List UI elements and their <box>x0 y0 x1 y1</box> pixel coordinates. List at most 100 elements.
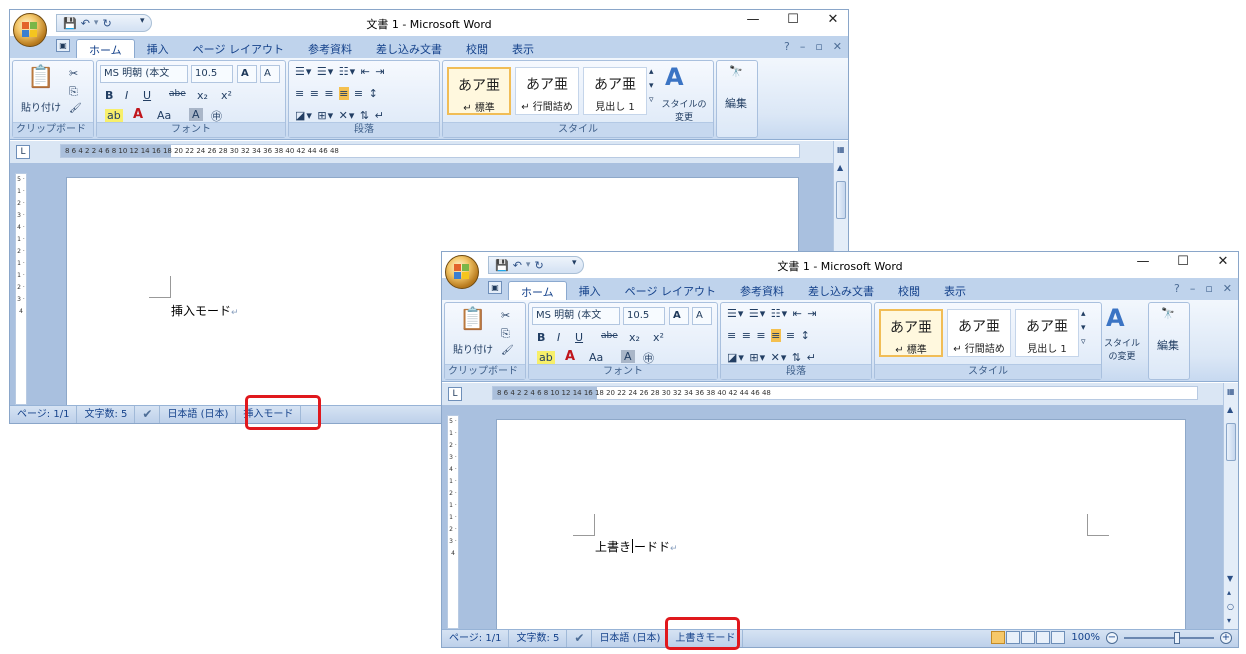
proofing-icon[interactable]: ✔ <box>135 405 161 423</box>
strikethrough-button[interactable]: abe <box>601 331 618 341</box>
font-color-button[interactable]: A <box>565 349 575 364</box>
style-scroll-icon[interactable]: ▴ ▾ ▿ <box>1081 307 1086 349</box>
tab-home[interactable]: ホーム <box>76 39 135 58</box>
tab-page-layout[interactable]: ページ レイアウト <box>181 39 296 58</box>
doc-minimize-button[interactable]: – <box>1190 282 1196 295</box>
bold-button[interactable]: B <box>105 89 113 102</box>
ruler-toggle-icon[interactable]: ▦ <box>1227 387 1235 396</box>
editing-button[interactable]: 編集 <box>725 95 747 111</box>
vertical-scrollbar[interactable]: ▦ ▲ ▼ ▴ ○ ▾ <box>1223 383 1238 629</box>
grow-font-button[interactable]: A <box>669 307 689 325</box>
superscript-button[interactable]: x² <box>221 89 232 102</box>
help-icon[interactable]: ? <box>1174 282 1180 295</box>
minimize-button[interactable]: — <box>1134 254 1152 269</box>
print-layout-view-icon[interactable] <box>991 631 1006 644</box>
tab-home[interactable]: ホーム <box>508 281 567 300</box>
font-size-select[interactable]: 10.5 <box>191 65 233 83</box>
horizontal-ruler[interactable]: 8 6 4 2 2 4 6 8 10 12 14 16 18 20 22 24 … <box>60 144 800 158</box>
zoom-slider-knob[interactable] <box>1174 631 1180 644</box>
zoom-level[interactable]: 100% <box>1071 632 1100 643</box>
scroll-down-icon[interactable]: ▼ <box>1227 574 1233 583</box>
cut-icon[interactable]: ✂ <box>501 309 510 322</box>
strikethrough-button[interactable]: abe <box>169 89 186 99</box>
grow-font-button[interactable]: A <box>237 65 257 83</box>
help-icon[interactable]: ? <box>784 40 790 53</box>
maximize-button[interactable]: ☐ <box>1174 254 1192 269</box>
doc-restore-button[interactable]: ▫ <box>815 40 822 53</box>
superscript-button[interactable]: x² <box>653 331 664 344</box>
style-scroll-icon[interactable]: ▴ ▾ ▿ <box>649 65 654 107</box>
close-button[interactable]: ✕ <box>1214 254 1232 269</box>
clear-format-button[interactable]: A <box>692 307 712 325</box>
list-buttons[interactable]: ☰▾ ☰▾ ☷▾ ⇤ ⇥ <box>727 307 818 320</box>
page-count[interactable]: ページ: 1/1 <box>442 629 510 647</box>
char-shading-button[interactable]: A <box>189 108 203 121</box>
draft-view-icon[interactable] <box>1051 631 1066 644</box>
tab-references[interactable]: 参考資料 <box>728 281 796 300</box>
scroll-up-icon[interactable]: ▲ <box>1227 405 1233 414</box>
clear-format-button[interactable]: A <box>260 65 280 83</box>
zoom-out-icon[interactable]: − <box>1106 631 1118 644</box>
shading-border-buttons[interactable]: ◪▾ ⊞▾ ✕▾ ⇅ ↵ <box>727 351 817 364</box>
style-heading-1[interactable]: あア亜 見出し 1 <box>583 67 647 115</box>
scroll-thumb[interactable] <box>1226 423 1236 461</box>
font-name-select[interactable]: MS 明朝 (本文 <box>100 65 188 83</box>
font-color-button[interactable]: A <box>133 107 143 122</box>
paste-button[interactable]: 貼り付け <box>21 99 61 114</box>
shading-border-buttons[interactable]: ◪▾ ⊞▾ ✕▾ ⇅ ↵ <box>295 109 385 122</box>
format-painter-icon[interactable]: 🖌 <box>69 103 82 114</box>
char-shading-button[interactable]: A <box>621 350 635 363</box>
change-styles-icon[interactable]: A <box>1106 304 1125 332</box>
full-screen-view-icon[interactable] <box>1006 631 1021 644</box>
close-button[interactable]: ✕ <box>824 12 842 27</box>
tab-page-layout[interactable]: ページ レイアウト <box>613 281 728 300</box>
zoom-slider[interactable] <box>1124 631 1214 644</box>
tab-view[interactable]: 表示 <box>500 39 546 58</box>
align-buttons[interactable]: ≡ ≡ ≡ ≡ ≡ ↕ <box>295 87 379 100</box>
doc-restore-button[interactable]: ▫ <box>1205 282 1212 295</box>
paste-icon[interactable]: 📋 <box>27 65 54 90</box>
find-icon[interactable]: 🔭 <box>1161 307 1175 320</box>
italic-button[interactable]: I <box>125 89 128 102</box>
list-buttons[interactable]: ☰▾ ☰▾ ☷▾ ⇤ ⇥ <box>295 65 386 78</box>
cut-icon[interactable]: ✂ <box>69 67 78 80</box>
scroll-up-icon[interactable]: ▲ <box>837 163 843 172</box>
font-name-select[interactable]: MS 明朝 (本文 <box>532 307 620 325</box>
word-count[interactable]: 文字数: 5 <box>77 405 136 423</box>
align-buttons[interactable]: ≡ ≡ ≡ ≡ ≡ ↕ <box>727 329 811 342</box>
tab-view[interactable]: 表示 <box>932 281 978 300</box>
doc-minimize-button[interactable]: – <box>800 40 806 53</box>
tab-mailings[interactable]: 差し込み文書 <box>796 281 886 300</box>
prev-page-icon[interactable]: ▴ <box>1227 588 1231 597</box>
page-count[interactable]: ページ: 1/1 <box>10 405 78 423</box>
minimize-button[interactable]: — <box>744 12 762 27</box>
style-heading-1[interactable]: あア亜 見出し 1 <box>1015 309 1079 357</box>
scroll-thumb[interactable] <box>836 181 846 219</box>
maximize-button[interactable]: ☐ <box>784 12 802 27</box>
tab-review[interactable]: 校閲 <box>454 39 500 58</box>
outline-view-icon[interactable] <box>1036 631 1051 644</box>
tab-references[interactable]: 参考資料 <box>296 39 364 58</box>
language-status[interactable]: 日本語 (日本) <box>592 629 669 647</box>
underline-button[interactable]: U <box>575 331 583 344</box>
style-normal[interactable]: あア亜 ↵ 標準 <box>447 67 511 115</box>
change-styles-icon[interactable]: A <box>665 63 684 91</box>
tab-insert[interactable]: 挿入 <box>135 39 181 58</box>
tab-selector-button[interactable]: L <box>16 145 30 159</box>
change-case-button[interactable]: Aa <box>157 109 171 122</box>
next-page-icon[interactable]: ▾ <box>1227 616 1231 625</box>
document-page[interactable]: 上書き ードド↵ <box>496 419 1186 647</box>
style-no-spacing[interactable]: あア亜 ↵ 行間詰め <box>947 309 1011 357</box>
document-text[interactable]: 上書き ードド↵ <box>595 538 678 555</box>
style-normal[interactable]: あア亜 ↵ 標準 <box>879 309 943 357</box>
doc-close-button[interactable]: ✕ <box>1223 282 1232 295</box>
browse-object-icon[interactable]: ○ <box>1227 602 1234 611</box>
zoom-in-icon[interactable]: + <box>1220 631 1232 644</box>
tab-review[interactable]: 校閲 <box>886 281 932 300</box>
find-icon[interactable]: 🔭 <box>729 65 743 78</box>
font-size-select[interactable]: 10.5 <box>623 307 665 325</box>
proofing-icon[interactable]: ✔ <box>567 629 593 647</box>
change-case-button[interactable]: Aa <box>589 351 603 364</box>
tab-insert[interactable]: 挿入 <box>567 281 613 300</box>
tab-mailings[interactable]: 差し込み文書 <box>364 39 454 58</box>
